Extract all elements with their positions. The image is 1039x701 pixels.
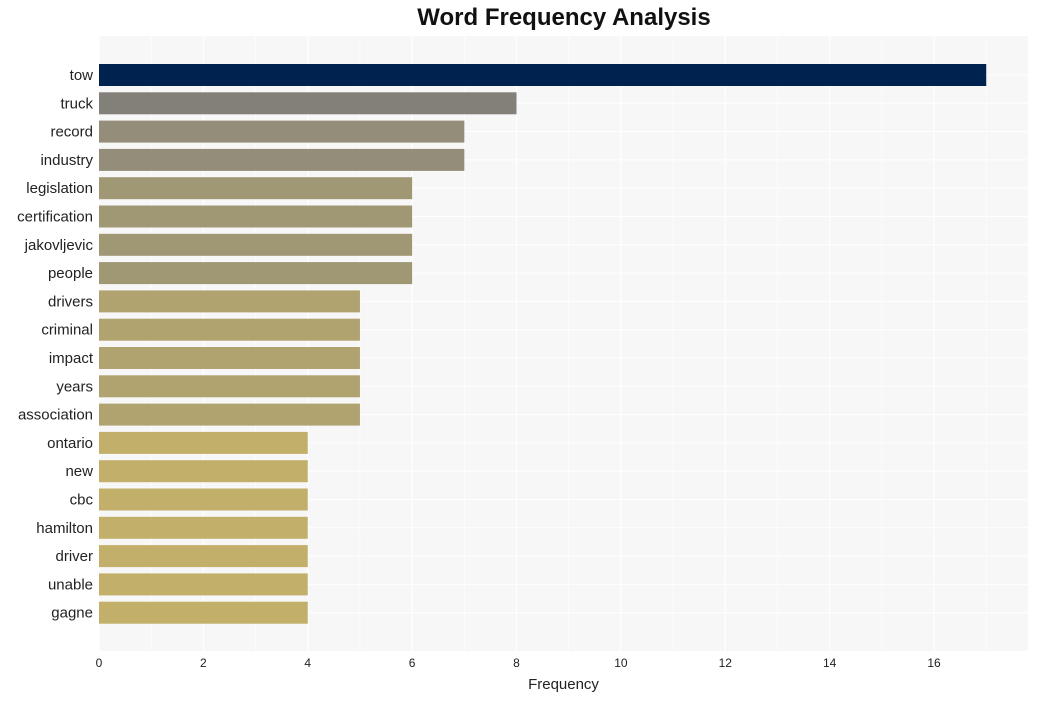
category-label-new: new bbox=[65, 463, 93, 480]
x-tick-label: 4 bbox=[304, 656, 311, 670]
x-tick-label: 0 bbox=[96, 656, 103, 670]
bar-new bbox=[99, 460, 308, 483]
category-label-cbc: cbc bbox=[70, 492, 94, 509]
category-label-legislation: legislation bbox=[26, 180, 93, 197]
category-label-drivers: drivers bbox=[48, 293, 93, 310]
bar-hamilton bbox=[99, 516, 308, 539]
category-label-hamilton: hamilton bbox=[36, 520, 93, 537]
bar-drivers bbox=[99, 290, 360, 313]
x-tick-label: 12 bbox=[719, 656, 733, 670]
bar-tow bbox=[99, 64, 987, 86]
x-tick-label: 2 bbox=[200, 656, 207, 670]
category-label-record: record bbox=[50, 124, 93, 141]
category-label-certification: certification bbox=[17, 209, 93, 226]
x-tick-label: 8 bbox=[513, 656, 520, 670]
bar-certification bbox=[99, 205, 413, 228]
bar-jakovljevic bbox=[99, 233, 413, 256]
bar-gagne bbox=[99, 601, 308, 624]
bar-driver bbox=[99, 545, 308, 568]
bar-chart: tow truck record industry legislation certifi… bbox=[17, 36, 1028, 693]
bar-impact bbox=[99, 347, 360, 369]
bar-record bbox=[99, 120, 465, 143]
bar-association bbox=[99, 403, 360, 426]
bar-industry bbox=[99, 148, 465, 171]
bar-ontario bbox=[99, 431, 308, 454]
category-label-people: people bbox=[48, 265, 93, 282]
category-label-impact: impact bbox=[49, 350, 94, 367]
bar-unable bbox=[99, 573, 308, 596]
bar-criminal bbox=[99, 318, 360, 341]
category-label-industry: industry bbox=[40, 152, 93, 169]
x-tick-label: 14 bbox=[823, 656, 837, 670]
category-labels: tow truck record industry legislation certifi… bbox=[17, 67, 94, 622]
category-label-ontario: ontario bbox=[47, 435, 93, 452]
x-tick-label: 6 bbox=[409, 656, 416, 670]
category-label-truck: truck bbox=[60, 95, 93, 112]
x-tick-label: 10 bbox=[614, 656, 628, 670]
bar-legislation bbox=[99, 177, 413, 200]
category-label-association: association bbox=[18, 407, 93, 424]
category-label-tow: tow bbox=[70, 67, 94, 84]
category-label-criminal: criminal bbox=[41, 322, 93, 339]
x-tick-label: 16 bbox=[927, 656, 941, 670]
category-label-jakovljevic: jakovljevic bbox=[24, 237, 94, 254]
category-label-gagne: gagne bbox=[51, 605, 93, 622]
bar-cbc bbox=[99, 488, 308, 511]
x-axis-label: Frequency bbox=[528, 676, 599, 693]
category-label-unable: unable bbox=[48, 576, 93, 593]
bar-truck bbox=[99, 92, 517, 115]
bar-years bbox=[99, 375, 360, 398]
category-label-driver: driver bbox=[55, 548, 93, 565]
category-label-years: years bbox=[56, 378, 93, 395]
bar-people bbox=[99, 262, 413, 285]
x-tick-labels: 0 2 4 6 8 10 12 14 16 bbox=[96, 656, 941, 670]
